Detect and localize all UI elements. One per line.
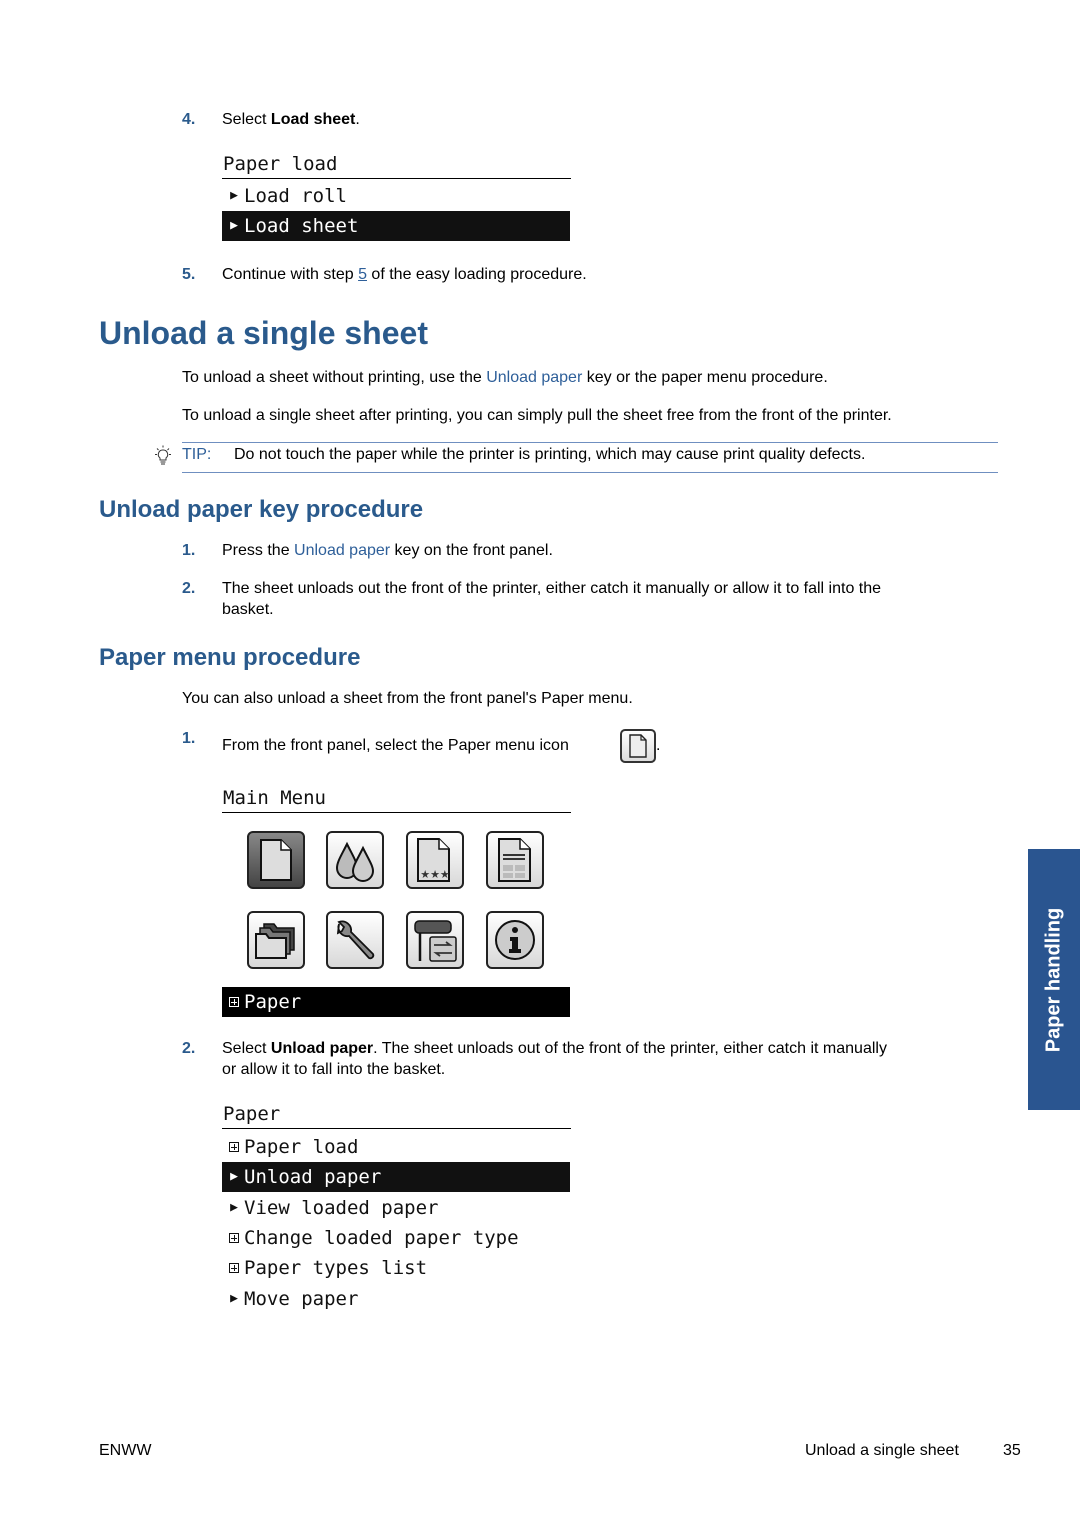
lcd-menu-item[interactable]: Change loaded paper type (222, 1223, 570, 1253)
lcd-item-label: View loaded paper (244, 1197, 439, 1219)
lcd-title: Paper (222, 1102, 571, 1129)
arrow-right-icon: ▶ (230, 218, 238, 233)
step-number: 1. (182, 542, 196, 559)
arrow-right-icon: ▶ (230, 1169, 238, 1184)
expand-plus-icon (224, 1263, 244, 1273)
job-queue-folder-icon (255, 923, 295, 959)
step-text: basket. (222, 601, 274, 618)
step-text: Continue with step (222, 266, 359, 283)
step-text: The sheet unloads out the front of the p… (222, 580, 882, 597)
paper-sheet-icon (629, 734, 647, 758)
footer-section: Unload a single sheet (805, 1442, 959, 1459)
connectivity-icon (414, 920, 457, 962)
paragraph: To unload a sheet without printing, use … (182, 367, 828, 388)
step-text: . The sheet unloads out of the front of … (373, 1040, 887, 1057)
expand-plus-icon (224, 1142, 244, 1152)
step-5-text: Continue with step 5 of the easy loading… (222, 264, 587, 285)
page-title: Unload a single sheet (99, 315, 428, 351)
setup-tile[interactable] (326, 911, 384, 969)
lcd-menu-item-selected[interactable]: ▶ Unload paper (222, 1162, 570, 1192)
tip-text: Do not touch the paper while the printer… (234, 446, 866, 463)
step-bold-term: Unload paper (270, 1040, 374, 1057)
paragraph: To unload a single sheet after printing,… (182, 407, 892, 424)
lcd-item-label: Unload paper (244, 1166, 382, 1188)
step-text: or allow it to fall into the basket. (222, 1061, 446, 1078)
step-bold-term: Load sheet (270, 111, 356, 128)
tip-label-text: TIP: (182, 446, 212, 463)
lcd-title: Main Menu (222, 786, 571, 813)
connectivity-tile[interactable] (406, 911, 464, 969)
section-heading: Paper menu procedure (99, 644, 361, 671)
footer-left: ENWW (99, 1442, 152, 1459)
lcd-item-label: Change loaded paper type (244, 1227, 519, 1249)
lcd-menu-item[interactable]: ▶ Move paper (222, 1284, 570, 1314)
lcd-item-label: Paper (244, 991, 302, 1013)
print-quality-tile[interactable]: ★★★ (406, 831, 464, 889)
information-icon (495, 920, 535, 960)
lcd-item-label: Paper load (244, 1136, 359, 1158)
paragraph-text: To unload a sheet without printing, use … (182, 369, 487, 386)
chapter-side-tab-label: Paper handling (1042, 907, 1065, 1052)
paragraph: You can also unload a sheet from the fro… (182, 690, 633, 707)
lcd-title: Paper load (222, 152, 571, 179)
information-tile[interactable] (486, 911, 544, 969)
paper-menu-icon (620, 729, 656, 763)
lcd-item-label: Load roll (244, 185, 347, 207)
lcd-item-label: Load sheet (244, 215, 359, 237)
step-number: 2. (182, 1040, 196, 1057)
lcd-menu-item-selected[interactable]: ▶ Load sheet (222, 211, 570, 241)
step-number: 4. (182, 111, 196, 128)
lcd-menu-item[interactable]: ▶ View loaded paper (222, 1193, 570, 1223)
step-text: key on the front panel. (390, 542, 553, 559)
arrow-right-icon: ▶ (230, 1291, 238, 1306)
step-text: Select Unload paper. The sheet unloads o… (222, 1038, 887, 1059)
section-heading: Unload paper key procedure (99, 496, 424, 523)
step-text: Press the Unload paper key on the front … (222, 540, 553, 561)
lcd-menu-item[interactable]: Paper load (222, 1132, 570, 1162)
step-text: . (355, 111, 360, 128)
unload-paper-key-link[interactable]: Unload paper (486, 369, 582, 386)
lcd-item-label: Move paper (244, 1288, 359, 1310)
page-number: 35 (1003, 1442, 1021, 1459)
expand-plus-icon (224, 997, 244, 1007)
lightbulb-icon (155, 445, 171, 465)
step-text: of the easy loading procedure. (366, 266, 587, 283)
step-number: 1. (182, 730, 196, 747)
arrow-right-icon: ▶ (230, 188, 238, 203)
step-4-text: Select Load sheet. (222, 109, 360, 130)
setup-wrench-icon (336, 920, 375, 960)
svg-text:★★★: ★★★ (420, 868, 450, 881)
arrow-right-icon: ▶ (230, 1200, 238, 1215)
tip-divider-top (182, 442, 998, 443)
step-number: 5. (182, 266, 196, 283)
tip-divider-bottom (182, 472, 998, 473)
step-link[interactable]: 5 (358, 266, 367, 283)
chapter-side-tab: Paper handling (1028, 849, 1080, 1110)
paper-menu-tile[interactable] (247, 831, 305, 889)
paragraph-text: key or the paper menu procedure. (582, 369, 828, 386)
step-number: 2. (182, 580, 196, 597)
step-text: Select (222, 111, 271, 128)
job-document-tile[interactable] (486, 831, 544, 889)
ink-menu-tile[interactable] (326, 831, 384, 889)
step-text: From the front panel, select the Paper m… (222, 737, 569, 754)
job-queue-tile[interactable] (247, 911, 305, 969)
lcd-item-label: Paper types list (244, 1257, 428, 1279)
lcd-menu-item[interactable]: Paper types list (222, 1253, 570, 1283)
lcd-selected-label[interactable]: Paper (222, 987, 570, 1017)
step-text: . (656, 737, 661, 754)
paper-icon (260, 839, 292, 881)
lcd-menu-item[interactable]: ▶ Load roll (222, 181, 570, 211)
print-quality-icon: ★★★ (417, 838, 450, 882)
step-text: Select (222, 1040, 271, 1057)
ink-drops-icon (335, 841, 375, 882)
job-document-icon (498, 838, 531, 882)
unload-paper-key-link[interactable]: Unload paper (294, 542, 390, 559)
tip-label: TIP: (182, 444, 211, 465)
step-text: Press the (222, 542, 295, 559)
expand-plus-icon (224, 1233, 244, 1243)
